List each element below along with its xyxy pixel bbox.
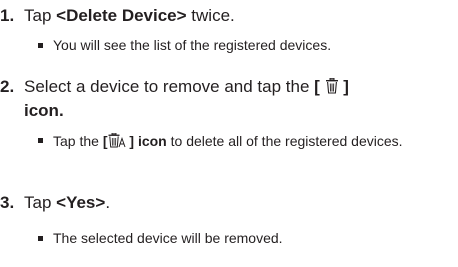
bracket-open: [: [314, 77, 320, 96]
step-text: Tap <Delete Device> twice.: [24, 5, 452, 27]
step-number: 2.: [0, 77, 15, 96]
icon-word: icon.: [24, 101, 64, 120]
step-suffix: .: [105, 193, 111, 212]
note-text: Tap the [ ] icon to delete all of the re…: [53, 132, 433, 151]
note-text: The selected device will be removed.: [53, 230, 283, 246]
trash-icon: [325, 77, 339, 100]
note-prefix: Tap the: [53, 133, 103, 149]
bracket-close: ]: [343, 77, 349, 96]
step-suffix: twice.: [186, 6, 235, 25]
step-prefix: Tap: [24, 6, 57, 25]
step-number: 1.: [0, 6, 15, 25]
step-text: Select a device to remove and tap the [ …: [24, 76, 452, 122]
step-prefix: Select a device to remove and tap the: [24, 77, 315, 96]
icon-word: icon: [134, 133, 167, 149]
note-suffix: to delete all of the registered devices.: [166, 133, 403, 149]
step-number: 3.: [0, 193, 15, 212]
bullet-icon: [38, 236, 43, 241]
bullet-icon: [38, 138, 43, 143]
trash-all-icon: [108, 132, 126, 151]
delete-device-label: <Delete Device>: [56, 6, 187, 25]
step-text: Tap <Yes>.: [24, 192, 452, 214]
note-text: You will see the list of the registered …: [53, 37, 332, 53]
step-prefix: Tap: [24, 193, 57, 212]
bullet-icon: [38, 43, 43, 48]
yes-label: <Yes>: [56, 193, 106, 212]
bracket-close: ]: [125, 133, 135, 149]
